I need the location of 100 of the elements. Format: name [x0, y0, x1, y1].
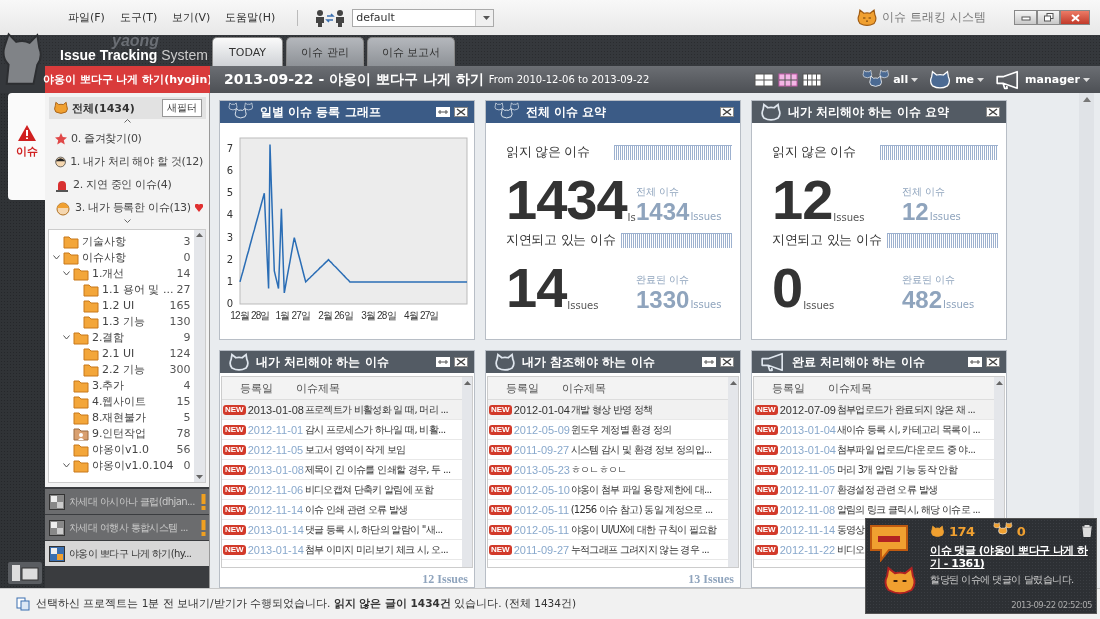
issue-row[interactable]: NEW 2012-05-11 야옹이 UI/UX에 대한 규칙이 필요함 — [488, 520, 728, 540]
resize-icon[interactable] — [436, 107, 450, 117]
issue-title: 동영상 — [836, 522, 865, 537]
scrollbar[interactable] — [194, 230, 205, 482]
people-switch-icon[interactable] — [314, 8, 347, 27]
folder-icon — [63, 233, 79, 249]
menu-item[interactable]: 도구(T) — [119, 10, 158, 25]
scrollbar[interactable] — [728, 377, 738, 567]
issue-row[interactable]: NEW 2012-05-09윈도우 계정별 환경 정의 — [488, 420, 728, 440]
chevron-down-icon[interactable] — [123, 219, 131, 223]
favorite-item[interactable]: 2. 지연 중인 이슈(4) — [45, 173, 209, 196]
project-icon — [49, 519, 65, 536]
filter-dropdown[interactable]: me — [928, 69, 985, 90]
menu-item[interactable]: 도움말(H) — [225, 10, 276, 25]
tree-item[interactable]: 1.개선 14 — [49, 265, 195, 281]
page-title: 2013-09-22 - 야옹이 뽀다구 나게 하기 — [224, 70, 484, 89]
issue-row[interactable]: NEW 2012-05-10야옹이 첨부 파일 용량 제한에 대... — [488, 480, 728, 500]
tree-item[interactable]: 2.결함 9 — [49, 329, 195, 345]
project-item[interactable]: 야옹이 뽀다구 나게 하기(hy... — [45, 541, 209, 566]
tree-item[interactable]: 야옹이v1.0 56 — [49, 441, 195, 457]
issue-side-tab[interactable]: 이슈 — [8, 93, 45, 200]
tab[interactable]: 이슈 관리 — [286, 37, 364, 66]
issue-row[interactable]: NEW 2013-05-23ㅎㅇㄴㅎㅇㄴ — [488, 460, 728, 480]
issue-row[interactable]: NEW 2011-09-27누적그래프 그려지지 않는 경우 ... — [488, 540, 728, 560]
close-button[interactable] — [1060, 10, 1090, 25]
axis-tick-label: 3월 28일 — [361, 310, 396, 321]
tree-item[interactable]: 3.추가 4 — [49, 377, 195, 393]
layout-icon[interactable] — [802, 72, 823, 87]
close-icon — [1070, 13, 1080, 22]
tree-item[interactable]: 야옹이v1.0.104 0 — [49, 457, 195, 473]
issue-row[interactable]: NEW 2013-01-04첨부파일 업로드/다운로드 중 야... — [754, 440, 994, 460]
issue-row[interactable]: NEW 2011-09-27시스템 감시 및 환경 정보 정의입... — [488, 440, 728, 460]
axis-tick-label: 5 — [226, 187, 234, 199]
profile-dropdown[interactable]: default — [352, 8, 495, 27]
chevron-up-icon[interactable] — [123, 119, 131, 123]
resize-icon[interactable] — [436, 357, 450, 367]
total-label: 전체 이슈 — [902, 185, 947, 199]
issue-row[interactable]: NEW 2013-01-08프로젝트가 비활성화 일 때, 머리 ... — [222, 400, 462, 420]
filter-dropdown[interactable]: manager — [994, 69, 1090, 90]
issue-title: ㅎㅇㄴㅎㅇㄴ — [570, 462, 627, 477]
favorite-item[interactable]: 3. 내가 등록한 이슈(13) — [45, 196, 209, 219]
folder-icon — [83, 281, 99, 297]
close-icon[interactable] — [986, 357, 1000, 367]
issue-title: 환경설정 관련 오류 발생 — [836, 482, 938, 497]
close-icon[interactable] — [454, 357, 468, 367]
tree-item[interactable]: 9.인턴작업 78 — [49, 425, 195, 441]
close-icon[interactable] — [986, 107, 1000, 117]
scrollbar[interactable] — [462, 377, 472, 567]
issue-row[interactable]: NEW 2012-11-01 감시 프로세스가 하나일 때, 비활... — [222, 420, 462, 440]
issue-row[interactable]: NEW 2013-01-08제목이 긴 이슈를 인쇄할 경우, 두 ... — [222, 460, 462, 480]
issue-row[interactable]: NEW 2013-01-04새이슈 등록 시, 카테고리 목록이 ... — [754, 420, 994, 440]
tree-item[interactable]: 8.재현불가 5 — [49, 409, 195, 425]
tree-item[interactable]: 1.3 기능 130 — [49, 313, 195, 329]
issue-row[interactable]: NEW 2012-11-05 보고서 영역이 작게 보임 — [222, 440, 462, 460]
issue-row[interactable]: NEW 2013-01-14첨부 이미지 미리보기 체크 시, 오... — [222, 540, 462, 560]
tab[interactable]: 이슈 보고서 — [366, 37, 456, 66]
close-icon[interactable] — [454, 107, 468, 117]
sync-icon — [16, 597, 30, 611]
close-icon[interactable] — [720, 357, 734, 367]
issue-row[interactable]: NEW 2012-11-14 이슈 인쇄 관련 오류 발생 — [222, 500, 462, 520]
new-filter-button[interactable]: 새필터 — [162, 99, 202, 117]
tree-item[interactable]: 이슈사항 0 — [49, 249, 195, 265]
total-label: 완료된 이슈 — [902, 273, 957, 287]
item-count: 0 — [183, 458, 191, 472]
item-count: 124 — [169, 346, 191, 360]
filter-dropdown[interactable]: all — [862, 68, 919, 91]
tree-item[interactable]: 2.2 기능 300 — [49, 361, 195, 377]
layout-icon[interactable] — [754, 72, 775, 87]
close-icon[interactable] — [720, 107, 734, 117]
minimize-button[interactable] — [1014, 10, 1037, 25]
resize-icon[interactable] — [968, 357, 982, 367]
favorite-item[interactable]: 0. 즐겨찾기(0) — [45, 127, 209, 150]
tree-item[interactable]: 기술사항 3 — [49, 233, 195, 249]
issue-date: 2013-01-14 — [247, 523, 303, 536]
project-icon — [49, 493, 65, 510]
issue-row[interactable]: NEW 2012-11-07 환경설정 관련 오류 발생 — [754, 480, 994, 500]
trash-icon[interactable] — [1082, 525, 1092, 537]
window-switch-icon[interactable] — [8, 562, 42, 584]
restore-button[interactable] — [1037, 10, 1060, 25]
tab[interactable]: TODAY — [212, 37, 284, 66]
issue-row[interactable]: NEW 2012-07-09첨부업로드가 완료되지 않은 채 ... — [754, 400, 994, 420]
notification-link[interactable]: 이슈 댓글 (야옹이 뽀다구 나게 하기 - 1361) — [930, 544, 1092, 570]
issue-row[interactable]: NEW 2013-01-14댓글 등록 시, 하단의 알람이 "새... — [222, 520, 462, 540]
tree-item[interactable]: 1.2 UI 165 — [49, 297, 195, 313]
issue-row[interactable]: NEW 2012-05-11(1256 이슈 참고) 동일 계정으로 ... — [488, 500, 728, 520]
tree-item[interactable]: 2.1 UI 124 — [49, 345, 195, 361]
tree-item[interactable]: 4.웹사이트 15 — [49, 393, 195, 409]
total-unit: Issues — [690, 211, 722, 222]
issue-row[interactable]: NEW 2012-11-05 머리 3개 알림 기능 동작 안함 — [754, 460, 994, 480]
issue-row[interactable]: NEW 2012-01-04개발 형상 반영 정책 — [488, 400, 728, 420]
layout-icon[interactable] — [778, 72, 799, 87]
new-badge: NEW — [223, 424, 246, 435]
tree-item[interactable]: 1.1 용어 및 ... 27 — [49, 281, 195, 297]
menu-item[interactable]: 보기(V) — [172, 10, 211, 25]
issue-row[interactable]: NEW 2012-11-06 비디오캡쳐 단축키 알림에 포함 — [222, 480, 462, 500]
favorite-item[interactable]: 1. 내가 처리 해야 할 것(12) — [45, 150, 209, 173]
resize-icon[interactable] — [702, 357, 716, 367]
column-header: 이슈제목 — [562, 380, 606, 396]
menu-item[interactable]: 파일(F) — [68, 10, 105, 25]
all-issues-label[interactable]: 전체(1434) — [72, 100, 135, 116]
